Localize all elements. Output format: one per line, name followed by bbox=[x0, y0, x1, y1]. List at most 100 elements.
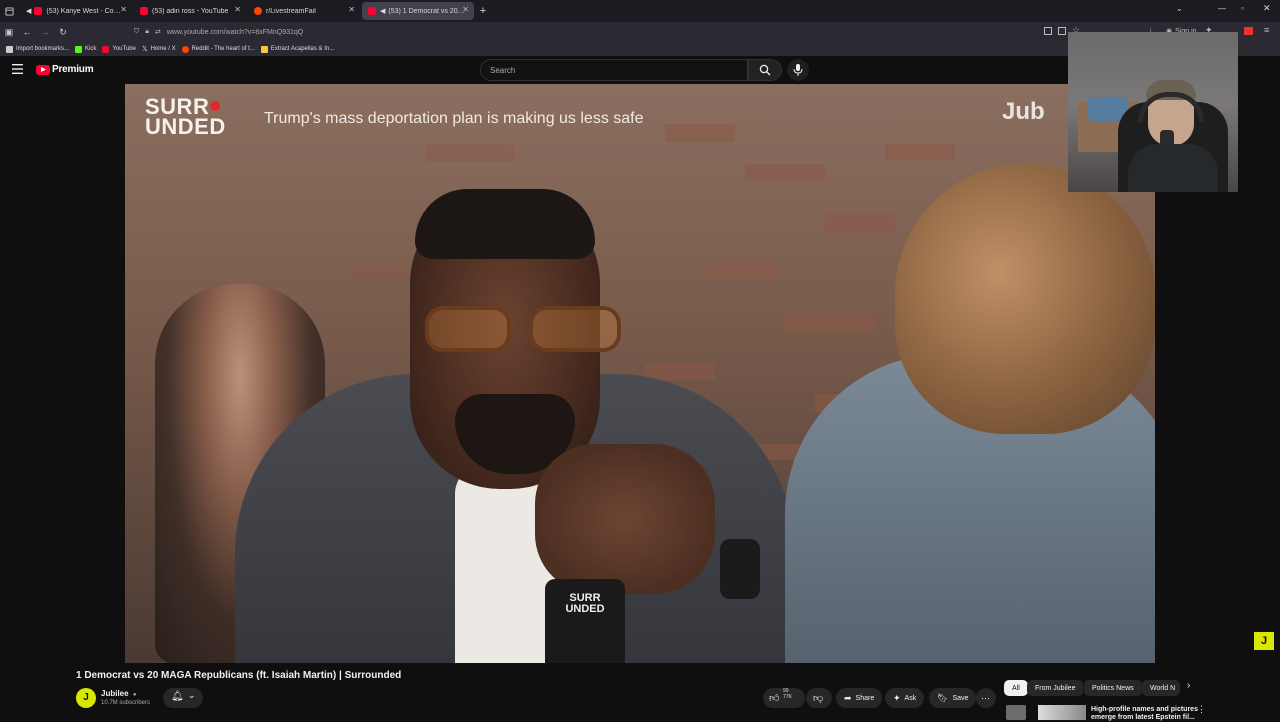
search-icon bbox=[759, 64, 771, 76]
forward-button[interactable]: → bbox=[36, 27, 54, 37]
shield-icon[interactable]: ⛉ bbox=[134, 28, 139, 36]
tab-list-icon[interactable] bbox=[0, 6, 18, 16]
chip-politics-news[interactable]: Politics News bbox=[1084, 680, 1142, 696]
close-tab-icon[interactable]: ✕ bbox=[120, 5, 127, 14]
tab-overflow-chevron-icon[interactable]: ⌄ bbox=[1176, 4, 1183, 13]
share-icon: ➦ bbox=[844, 692, 852, 703]
close-window-button[interactable]: ✕ bbox=[1263, 3, 1271, 14]
youtube-play-icon bbox=[36, 64, 50, 75]
browser-tab-kanye[interactable]: ◀ (53) Kanye West - Come to ✕ bbox=[20, 2, 132, 20]
like-count: 99 77K bbox=[783, 688, 792, 700]
browser-tab-reddit[interactable]: r/LivestreamFail ✕ bbox=[248, 2, 360, 20]
chip-world-news[interactable]: World N bbox=[1142, 680, 1180, 696]
red-dot-icon bbox=[210, 101, 221, 111]
url-text[interactable]: www.youtube.com/watch?v=8xFMnQ931qQ bbox=[167, 29, 303, 36]
channel-watermark-button[interactable]: J bbox=[1254, 632, 1274, 650]
verified-check-icon: ● bbox=[132, 692, 137, 698]
x-icon: 𝕏 bbox=[141, 46, 148, 53]
speaker-hair bbox=[415, 189, 595, 259]
bookmark-icon: 🔖︎ bbox=[937, 692, 949, 703]
close-tab-icon[interactable]: ✕ bbox=[234, 5, 241, 14]
chips-next-chevron-icon[interactable]: › bbox=[1187, 680, 1190, 691]
voice-search-button[interactable] bbox=[787, 59, 809, 81]
speaker-icon[interactable]: ◀ bbox=[26, 7, 31, 15]
share-button[interactable]: ➦ Share bbox=[836, 688, 883, 708]
streamer-webcam-overlay bbox=[1068, 32, 1238, 192]
channel-name[interactable]: Jubilee ● bbox=[101, 689, 136, 698]
bell-icon: 🔔︎ bbox=[171, 691, 184, 702]
chip-all[interactable]: All bbox=[1004, 680, 1028, 696]
search-input[interactable]: Search bbox=[480, 59, 748, 81]
reddit-icon bbox=[181, 45, 189, 53]
browser-tab-bar: ◀ (53) Kanye West - Come to ✕ (53) adin … bbox=[0, 0, 1280, 22]
screenshot-icon[interactable] bbox=[1058, 27, 1066, 35]
close-tab-icon[interactable]: ✕ bbox=[462, 5, 469, 14]
hamburger-menu-icon[interactable] bbox=[12, 64, 23, 74]
close-tab-icon[interactable]: ✕ bbox=[348, 5, 355, 14]
dislike-button[interactable]: 👎︎ bbox=[806, 688, 832, 708]
more-actions-button[interactable]: ⋯ bbox=[976, 688, 996, 708]
tab-title: (53) 1 Democrat vs 20 MA( bbox=[388, 7, 467, 15]
search-button[interactable] bbox=[748, 59, 782, 81]
youtube-premium-logo[interactable]: Premium bbox=[36, 64, 94, 75]
more-horizontal-icon: ⋯ bbox=[981, 692, 990, 703]
address-bar[interactable]: ⛉ 🔒︎ ⇄ www.youtube.com/watch?v=8xFMnQ931… bbox=[134, 25, 1064, 39]
kick-icon bbox=[75, 45, 83, 53]
folder-icon bbox=[260, 45, 268, 53]
chip-from-jubilee[interactable]: From Jubilee bbox=[1027, 680, 1084, 696]
bookmark-import[interactable]: Import bookmarks... bbox=[6, 45, 69, 53]
bookmark-kick[interactable]: Kick bbox=[75, 45, 96, 53]
notification-bell-button[interactable]: 🔔︎ ⌄ bbox=[163, 688, 203, 708]
tab-title: r/LivestreamFail bbox=[266, 7, 316, 15]
back-button[interactable]: ← bbox=[18, 27, 36, 37]
tab-title: (53) adin ross - YouTube bbox=[152, 7, 229, 15]
subscriber-count: 10.7M subscribers bbox=[101, 700, 151, 706]
tab-title: (53) Kanye West - Come to bbox=[46, 7, 125, 15]
clasped-hands bbox=[535, 444, 715, 594]
youtube-icon bbox=[34, 7, 43, 15]
youtube-icon bbox=[368, 7, 376, 15]
related-video-more-icon[interactable]: ⋮ bbox=[1197, 704, 1206, 715]
lock-icon[interactable]: 🔒︎ bbox=[145, 28, 149, 36]
bookmark-reddit[interactable]: Reddit - The heart of t... bbox=[181, 45, 255, 53]
sparkle-icon: ✦ bbox=[893, 692, 901, 703]
video-headline-overlay: Trump's mass deportation plan is making … bbox=[264, 110, 644, 127]
youtube-icon bbox=[140, 7, 148, 15]
permissions-icon[interactable]: ⇄ bbox=[155, 28, 161, 36]
chevron-down-icon: ⌄ bbox=[188, 690, 196, 700]
new-tab-button[interactable]: + bbox=[474, 5, 492, 17]
save-button[interactable]: 🔖︎ Save bbox=[929, 688, 977, 708]
related-video-channel-avatar[interactable] bbox=[1006, 705, 1026, 720]
channel-avatar[interactable]: J bbox=[76, 688, 96, 708]
brick-wall-detail bbox=[665, 124, 735, 142]
sidebar-toggle-icon[interactable]: ▣ bbox=[0, 27, 18, 38]
extension-badge-icon[interactable] bbox=[1244, 27, 1253, 35]
like-button[interactable]: 👍︎ 99 77K bbox=[763, 688, 805, 708]
microphone: SURR UNDED bbox=[545, 579, 625, 663]
minimize-window-button[interactable]: — bbox=[1218, 4, 1226, 13]
browser-tab-adin[interactable]: (53) adin ross - YouTube ✕ bbox=[134, 2, 246, 20]
reader-view-icon[interactable] bbox=[1044, 27, 1052, 35]
maximize-window-button[interactable]: ▫ bbox=[1241, 4, 1244, 13]
menu-icon[interactable]: ≡ bbox=[1264, 25, 1269, 35]
thumbs-up-icon: 👍︎ bbox=[769, 693, 780, 704]
eyeglasses bbox=[425, 306, 625, 354]
speaker-icon[interactable]: ◀ bbox=[380, 7, 385, 15]
import-icon bbox=[6, 45, 13, 53]
related-video-thumbnail[interactable] bbox=[1038, 705, 1086, 720]
video-player[interactable]: SURR UNDED bbox=[125, 84, 1155, 663]
ask-button[interactable]: ✦ Ask bbox=[885, 688, 925, 708]
reddit-icon bbox=[254, 7, 262, 15]
bookmark-youtube[interactable]: YouTube bbox=[102, 45, 136, 53]
video-title: 1 Democrat vs 20 MAGA Republicans (ft. I… bbox=[76, 670, 402, 681]
browser-tab-active[interactable]: ◀ (53) 1 Democrat vs 20 MA( ✕ bbox=[362, 2, 474, 20]
webcam-streamer-body bbox=[1128, 144, 1218, 192]
jubilee-watermark: Jub bbox=[1002, 98, 1045, 125]
bookmark-x[interactable]: 𝕏 Home / X bbox=[142, 45, 176, 53]
bookmark-acapellas[interactable]: Extract Acapellas & In... bbox=[260, 45, 334, 53]
reload-button[interactable]: ↻ bbox=[54, 27, 72, 38]
surrounded-show-logo: SURR UNDED bbox=[145, 94, 226, 139]
youtube-icon bbox=[102, 45, 110, 53]
wristwatch bbox=[720, 539, 760, 599]
premium-label: Premium bbox=[52, 64, 94, 75]
